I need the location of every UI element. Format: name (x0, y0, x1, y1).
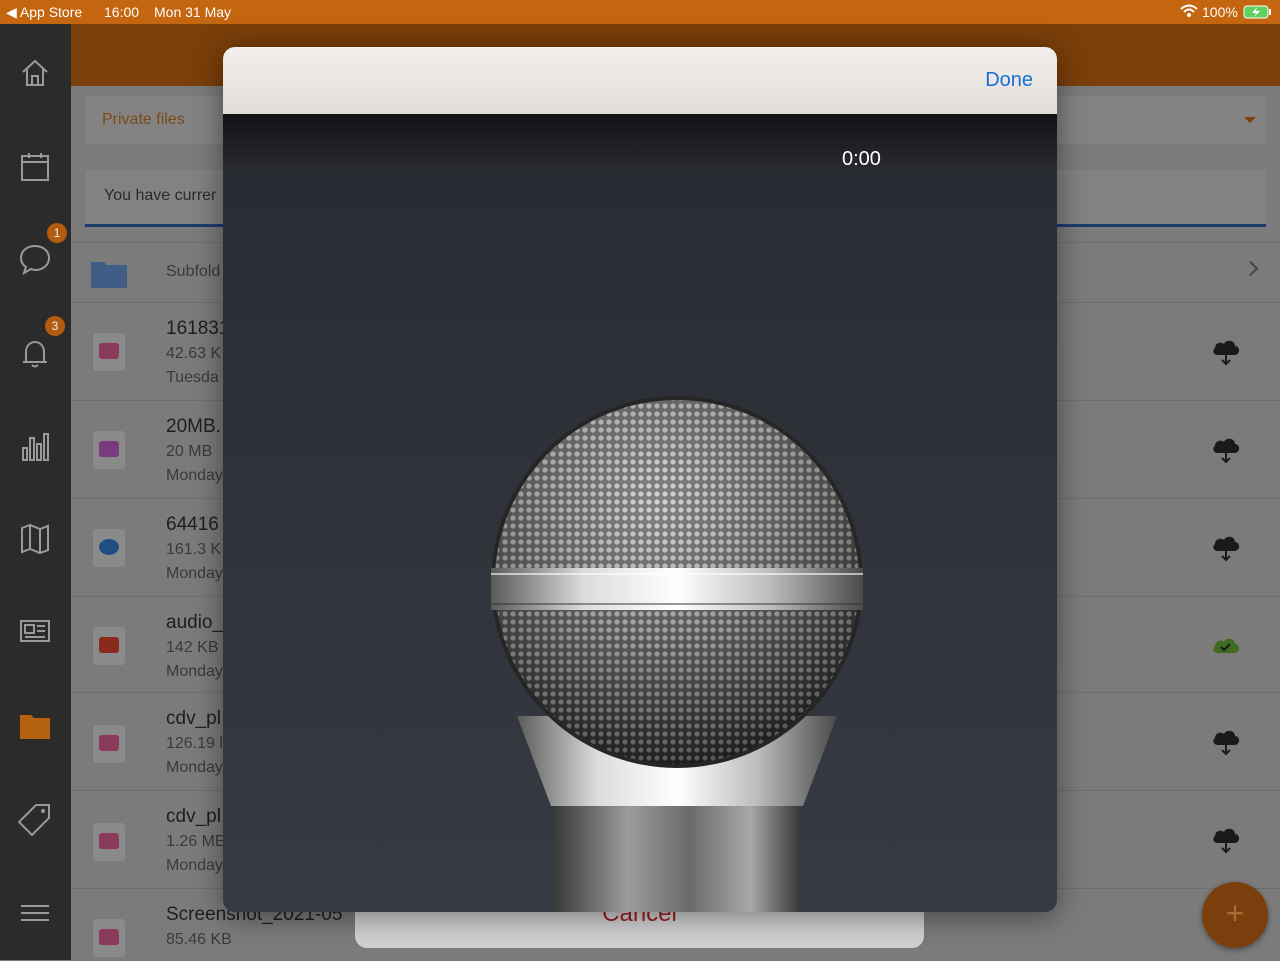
folder-icon[interactable] (18, 708, 52, 742)
cloud-download-icon[interactable] (1209, 431, 1243, 465)
file-name: 20MB. (166, 416, 221, 437)
tag-icon[interactable] (17, 802, 52, 837)
chart-icon[interactable] (18, 430, 52, 464)
file-name: cdv_pl (166, 708, 221, 729)
chevron-right-icon (1242, 260, 1259, 277)
cloud-download-icon[interactable] (1209, 723, 1243, 757)
cloud-download-icon[interactable] (1209, 821, 1243, 855)
calendar-icon[interactable] (18, 150, 52, 184)
subfolder-label: Subfold (166, 263, 221, 280)
file-date: Monday (166, 467, 223, 484)
file-size: 85.46 KB (166, 931, 232, 948)
modal-header: Done (223, 47, 1057, 115)
image-file-icon (93, 333, 125, 371)
news-icon[interactable] (18, 614, 52, 648)
file-date: Tuesda (166, 369, 219, 386)
home-icon[interactable] (18, 56, 52, 90)
file-size: 161.3 K (166, 541, 222, 558)
back-app-label: App Store (19, 4, 83, 20)
cloud-synced-icon[interactable] (1209, 629, 1243, 663)
recording-timer: 0:00 (842, 148, 881, 170)
file-size: 42.63 K (166, 345, 222, 362)
status-date: Mon 31 May (154, 4, 232, 20)
file-size: 20 MB (166, 443, 213, 460)
file-name: 64416 (166, 514, 219, 535)
menu-icon[interactable] (18, 896, 52, 930)
battery-icon (1243, 5, 1273, 22)
cloud-download-icon[interactable] (1209, 529, 1243, 563)
battery-percent: 100% (1202, 4, 1238, 20)
sidebar: 1 3 (0, 24, 71, 960)
microphone-icon[interactable] (485, 386, 869, 912)
file-date: Monday (166, 663, 223, 680)
chat-badge: 1 (47, 223, 67, 243)
video-file-icon (93, 431, 125, 469)
file-size: 126.19 l (166, 735, 223, 752)
image-file-icon (93, 823, 125, 861)
file-name: audio_ (166, 612, 224, 633)
add-fab-button[interactable]: + (1202, 882, 1268, 948)
folder-dropdown-label: Private files (102, 111, 185, 128)
status-time: 16:00 (104, 4, 140, 20)
file-date: Monday (166, 857, 223, 874)
back-to-app-link[interactable]: ◀ App Store (6, 4, 82, 21)
caret-down-icon (1244, 117, 1256, 123)
plus-icon: + (1225, 895, 1245, 931)
cloud-download-icon[interactable] (1209, 333, 1243, 367)
storage-notice-text: You have currer (104, 187, 217, 204)
audio-file-icon (93, 627, 125, 665)
notification-badge: 3 (45, 316, 65, 336)
chat-icon[interactable] (18, 242, 52, 276)
wifi-icon (1180, 4, 1198, 21)
image-file-icon (93, 919, 125, 957)
file-date: Monday (166, 759, 223, 776)
image-file-icon (93, 725, 125, 763)
bell-icon[interactable] (18, 336, 52, 370)
file-size: 1.26 ME (166, 833, 226, 850)
audio-recorder-modal: Done 0:00 (223, 47, 1057, 912)
recorder-panel: 0:00 (223, 114, 1057, 912)
status-bar: ◀ App Store 16:00 Mon 31 May 100% (0, 0, 1280, 24)
map-icon[interactable] (18, 522, 52, 556)
file-date: Monday (166, 565, 223, 582)
quicktime-file-icon (93, 529, 125, 567)
done-button[interactable]: Done (985, 69, 1033, 92)
file-size: 142 KB (166, 639, 219, 656)
file-name: 161831 (166, 318, 230, 339)
file-name: cdv_pl (166, 806, 221, 827)
folder-blue-icon (90, 259, 128, 294)
